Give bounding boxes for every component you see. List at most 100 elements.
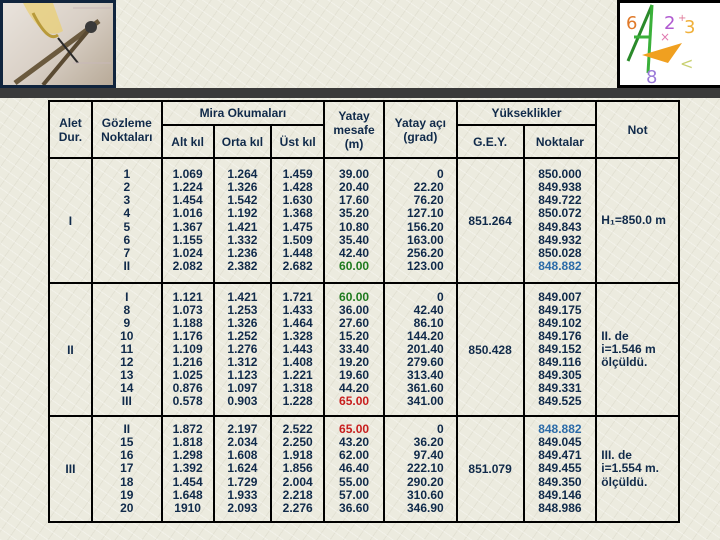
header-mira: Mira Okumaları [160, 100, 326, 126]
station-label: I [68, 213, 73, 228]
note-cell: II. de i=1.546 m ölçüldü. [595, 282, 680, 417]
ust-kil-value: 1.228 [282, 394, 313, 409]
ust-kil-value: 2.004 [282, 474, 313, 489]
alt-kil: 1.069 1.224 1.454 1.016 1.367 1.155 1.024 2.082 [160, 157, 215, 284]
header-gey: G.E.Y. [455, 124, 525, 159]
observation-points-value: 20 [120, 500, 134, 515]
compass-protractor-image [0, 0, 116, 88]
observation-points: I 8 9 10 11 12 13 14 III [90, 282, 163, 417]
note-text: H₁=850.0 m [601, 212, 666, 227]
yatay-aci-value: 341.00 [407, 394, 444, 409]
yatay-mesafe-value: 10.80 [339, 219, 370, 234]
noktalar-value: 849.350 [538, 474, 582, 489]
ust-kil-value: 2.218 [282, 487, 313, 502]
noktalar-value: 849.102 [538, 315, 582, 330]
ust-kil-value: 1.368 [282, 206, 313, 221]
yatay-mesafe-value: 60.00 [339, 289, 370, 304]
alt-kil-value: 1.454 [172, 474, 203, 489]
orta-kil-value: 0.903 [227, 394, 258, 409]
yatay-aci-value: 144.20 [407, 328, 444, 343]
observation-points: II 15 16 17 18 19 20 [90, 415, 163, 523]
yatay-aci-value: 256.20 [407, 245, 444, 260]
ust-kil-value: 1.448 [282, 245, 313, 260]
observation-points-value: 7 [123, 245, 131, 260]
gey-cell: 851.079 [455, 415, 525, 523]
observation-points-value: 5 [123, 219, 131, 234]
alt-kil: 1.121 1.073 1.188 1.176 1.109 1.216 1.025 0.876… [160, 282, 215, 417]
noktalar: 850.000 849.938 849.722 850.072 849.843 849.9… [522, 157, 598, 284]
yatay-mesafe: 39.00 20.40 17.60 35.20 10.80 35.40 42.40 60.00 [323, 157, 385, 284]
yatay-aci-value: 163.00 [407, 232, 444, 247]
noktalar: 849.007 849.175 849.102 849.176 849.152 849.1… [522, 282, 598, 417]
orta-kil: 2.197 2.034 1.608 1.624 1.729 1.933 2.093 [212, 415, 273, 523]
yatay-mesafe: 60.00 36.00 27.60 15.20 33.40 19.20 19.60 44.20… [323, 282, 385, 417]
yatay-mesafe-value: 55.00 [339, 474, 370, 489]
gey-value: 851.264 [468, 213, 512, 228]
noktalar: 848.882 849.045 849.471 849.455 849.350 849.1… [522, 415, 598, 523]
station-cell: I [48, 157, 93, 284]
alt-kil-value: 2.082 [172, 258, 203, 273]
ust-kil: 2.522 2.250 1.918 1.856 2.004 2.218 2.276 [270, 415, 326, 523]
station-label: II [67, 342, 74, 357]
alt-kil-value: 1.367 [172, 219, 203, 234]
orta-kil-value: 1.624 [227, 461, 258, 476]
observation-points-value: 4 [123, 206, 131, 221]
alt-kil-value: 1.121 [172, 289, 203, 304]
ust-kil-value: 1.464 [282, 315, 313, 330]
ust-kil-value: 1.475 [282, 219, 313, 234]
yatay-aci-value: 290.20 [407, 474, 444, 489]
yatay-aci-value: 127.10 [407, 206, 444, 221]
header-alt-kil: Alt kıl [160, 124, 215, 159]
yatay-aci-value: 222.10 [407, 461, 444, 476]
header-gozleme: Gözleme Noktaları [90, 100, 163, 159]
gey-cell: 850.428 [455, 282, 525, 417]
orta-kil-value: 1.326 [227, 315, 258, 330]
yatay-aci-value: 310.60 [407, 487, 444, 502]
orta-kil-value: 2.093 [227, 500, 258, 515]
math-symbols-icon: 6 2 + 3 × < 8 [626, 4, 695, 85]
alt-kil-value: 1910 [174, 500, 201, 515]
observation-points-value: I [125, 289, 129, 304]
noktalar-value: 849.455 [538, 461, 582, 476]
station-group-row: III II 15 16 17 18 19 20 1.872 1.818 1.298 1.392 1.4… [48, 415, 680, 523]
header-band: 6 2 + 3 × < 8 [0, 0, 720, 88]
noktalar-value: 850.072 [538, 206, 582, 221]
yatay-mesafe-value: 57.00 [339, 487, 370, 502]
orta-kil-value: 1.252 [227, 328, 258, 343]
header-yatay-mesafe: Yatay mesafe (m) [323, 100, 385, 159]
ust-kil-value: 1.856 [282, 461, 313, 476]
observation-points-value: II [123, 258, 131, 273]
orta-kil-value: 1.253 [227, 302, 258, 317]
yatay-aci-value: 156.20 [407, 219, 444, 234]
noktalar-value: 848.882 [538, 258, 582, 273]
yatay-aci-value: 0 [437, 289, 444, 304]
ust-kil-value: 1.433 [282, 302, 313, 317]
yatay-mesafe: 65.00 43.20 62.00 46.40 55.00 57.00 36.60 [323, 415, 385, 523]
svg-text:6: 6 [626, 13, 637, 34]
orta-kil-value: 1.236 [227, 245, 258, 260]
noktalar-value: 849.932 [538, 232, 582, 247]
alt-kil-value: 0.578 [172, 394, 203, 409]
alt-kil-value: 1.073 [172, 302, 203, 317]
header-not: Not [595, 100, 680, 159]
compass-icon [13, 3, 111, 85]
svg-text:8: 8 [646, 67, 657, 85]
header-yukseklikler: Yükseklikler [455, 100, 598, 126]
noktalar-value: 849.007 [538, 289, 582, 304]
yatay-mesafe-value: 27.60 [339, 315, 370, 330]
yatay-mesafe-value: 36.00 [339, 302, 370, 317]
noktalar-value: 849.176 [538, 328, 582, 343]
yatay-aci: 0 22.20 76.20 127.10 156.20 163.00 256.20 123.0… [382, 157, 458, 284]
yatay-aci-value: 42.40 [413, 302, 444, 317]
gey-cell: 851.264 [455, 157, 525, 284]
observation-points-value: 17 [120, 461, 134, 476]
yatay-aci: 0 36.20 97.40 222.10 290.20 310.60 346.90 [382, 415, 458, 523]
note-cell: III. de i=1.554 m. ölçüldü. [595, 415, 680, 523]
observation-points-value: 18 [120, 474, 134, 489]
alt-kil: 1.872 1.818 1.298 1.392 1.454 1.648 1910 [160, 415, 215, 523]
divider-bar [0, 88, 720, 98]
alt-kil-value: 1.016 [172, 206, 203, 221]
gey-value: 851.079 [468, 462, 512, 476]
orta-kil-value: 1.933 [227, 487, 258, 502]
orta-kil-value: 1.421 [227, 219, 258, 234]
